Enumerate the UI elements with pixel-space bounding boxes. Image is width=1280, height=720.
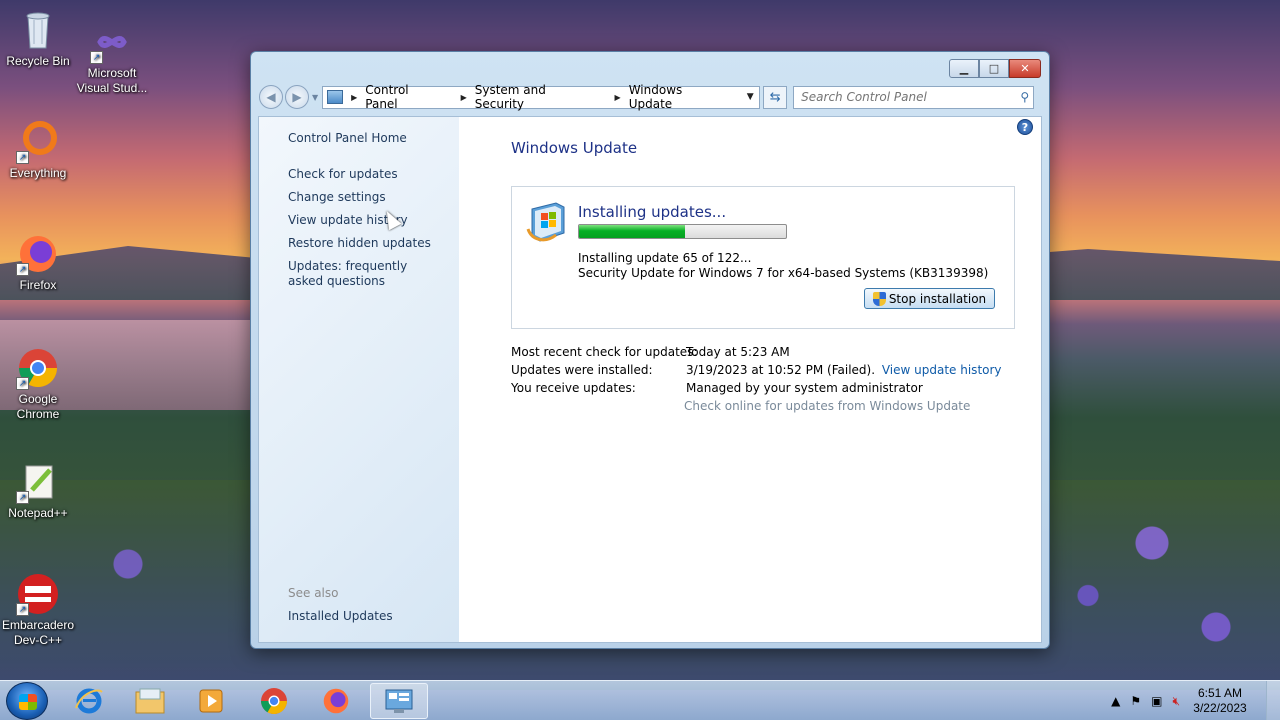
recent-pages-dropdown[interactable]: ▼ xyxy=(312,93,318,102)
desktop-icon-label: Firefox xyxy=(19,278,57,292)
windows-update-shield-icon xyxy=(526,199,570,245)
firefox-icon xyxy=(323,688,349,714)
left-task-pane: Control Panel Home Check for updates Cha… xyxy=(259,117,459,642)
address-dropdown-icon[interactable]: ▼ xyxy=(741,92,759,102)
receive-label: You receive updates: xyxy=(511,381,636,395)
taskbar: ▲ ⚑ ▣ 🔇︎ 6:51 AM 3/22/2023 xyxy=(0,680,1280,720)
refresh-button[interactable]: ⇆ xyxy=(763,85,788,109)
check-online-link[interactable]: Check online for updates from Windows Up… xyxy=(684,399,970,413)
desktop-icon-everything[interactable]: ↗ Everything xyxy=(0,120,76,181)
refresh-icon: ⇆ xyxy=(769,89,781,105)
control-panel-icon xyxy=(327,90,344,104)
install-count-text: Installing update 65 of 122... xyxy=(578,251,752,265)
everything-search-icon: ↗ xyxy=(16,120,60,164)
back-button[interactable]: ◀ xyxy=(259,85,283,109)
recent-check-value: Today at 5:23 AM xyxy=(686,345,790,359)
taskbar-firefox[interactable] xyxy=(307,683,365,719)
show-hidden-icons-icon[interactable]: ▲ xyxy=(1111,694,1120,708)
desktop-icon-label: Everything xyxy=(9,166,67,180)
updates-faq-link[interactable]: Updates: frequently asked questions xyxy=(288,259,438,289)
chrome-icon: ↗ xyxy=(16,346,60,390)
taskbar-file-explorer[interactable] xyxy=(121,683,179,719)
internet-explorer-icon xyxy=(75,688,103,714)
close-button[interactable]: ✕ xyxy=(1009,59,1041,78)
search-icon[interactable]: ⚲ xyxy=(1020,90,1029,104)
desktop-icon-firefox[interactable]: ↗ Firefox xyxy=(0,232,76,293)
forward-arrow-icon: ▶ xyxy=(292,90,302,104)
system-tray: ▲ ⚑ ▣ 🔇︎ 6:51 AM 3/22/2023 xyxy=(1111,686,1250,716)
desktop-icon-label: Notepad++ xyxy=(8,506,68,520)
current-update-text: Security Update for Windows 7 for x64-ba… xyxy=(578,266,989,280)
installing-heading: Installing updates... xyxy=(578,203,727,221)
content-area: Control Panel Home Check for updates Cha… xyxy=(258,116,1042,643)
back-arrow-icon: ◀ xyxy=(266,90,276,104)
desktop-icon-label: Embarcadero Dev-C++ xyxy=(1,618,75,647)
restore-hidden-updates-link[interactable]: Restore hidden updates xyxy=(288,236,431,251)
action-center-flag-icon[interactable]: ⚑ xyxy=(1130,694,1141,708)
view-update-history-inline-link[interactable]: View update history xyxy=(882,363,1002,377)
taskbar-control-panel[interactable] xyxy=(370,683,428,719)
breadcrumb-separator[interactable]: ▶ xyxy=(461,93,467,102)
visual-studio-icon: ↗ xyxy=(90,20,134,64)
desktop-icon-label: Recycle Bin xyxy=(6,54,70,68)
installed-label: Updates were installed: xyxy=(511,363,653,377)
taskbar-chrome[interactable] xyxy=(245,683,303,719)
recycle-bin-icon xyxy=(16,8,60,52)
breadcrumb-system-and-security[interactable]: System and Security xyxy=(475,83,599,111)
breadcrumb-windows-update[interactable]: Windows Update xyxy=(629,83,730,111)
clock-time: 6:51 AM xyxy=(1197,686,1243,700)
page-title: Windows Update xyxy=(511,139,638,157)
desktop-icon-label: Google Chrome xyxy=(16,392,60,421)
check-for-updates-link[interactable]: Check for updates xyxy=(288,167,398,182)
clock-date: 3/22/2023 xyxy=(1193,701,1247,715)
desktop-icon-label: Microsoft Visual Stud... xyxy=(76,66,148,95)
network-icon[interactable]: ▣ xyxy=(1151,694,1162,708)
devcpp-icon: ↗ xyxy=(16,572,60,616)
show-desktop-button[interactable] xyxy=(1266,681,1280,720)
chrome-icon xyxy=(261,688,287,714)
control-panel-home-link[interactable]: Control Panel Home xyxy=(288,131,407,146)
firefox-icon: ↗ xyxy=(16,232,60,276)
install-progress-fill xyxy=(579,225,685,238)
breadcrumb-separator[interactable]: ▶ xyxy=(615,93,621,102)
breadcrumb-separator[interactable]: ▶ xyxy=(351,93,357,102)
search-box[interactable]: ⚲ xyxy=(793,85,1035,109)
forward-button[interactable]: ▶ xyxy=(285,85,309,109)
receive-value: Managed by your system administrator xyxy=(686,381,923,395)
desktop-icon-notepad-plus-plus[interactable]: ↗ Notepad++ xyxy=(0,460,76,521)
minimize-button[interactable]: ▁ xyxy=(949,59,979,78)
install-progress-bar xyxy=(578,224,787,239)
stop-installation-label: Stop installation xyxy=(888,291,987,306)
caption-buttons: ▁ □ ✕ xyxy=(949,59,1041,78)
desktop-icon-visual-studio[interactable]: ↗ Microsoft Visual Stud... xyxy=(74,20,150,96)
desktop-icon-chrome[interactable]: ↗ Google Chrome xyxy=(0,346,76,422)
windows-update-window: ▁ □ ✕ ◀ ▶ ▼ ▶ Control Panel ▶ System and… xyxy=(250,51,1050,649)
taskbar-media-player[interactable] xyxy=(182,683,240,719)
breadcrumb-control-panel[interactable]: Control Panel xyxy=(365,83,444,111)
stop-installation-button[interactable]: Stop installation xyxy=(864,288,995,309)
navigation-bar: ◀ ▶ ▼ ▶ Control Panel ▶ System and Secur… xyxy=(259,83,1041,111)
desktop-icon-recycle-bin[interactable]: Recycle Bin xyxy=(0,8,76,69)
address-bar[interactable]: ▶ Control Panel ▶ System and Security ▶ … xyxy=(322,83,761,111)
notepad-plus-plus-icon: ↗ xyxy=(16,460,60,504)
desktop-icon-devcpp[interactable]: ↗ Embarcadero Dev-C++ xyxy=(0,572,76,648)
folder-icon xyxy=(135,688,165,714)
recent-check-label: Most recent check for updates: xyxy=(511,345,698,359)
installed-value-group: 3/19/2023 at 10:52 PM (Failed). View upd… xyxy=(686,363,1002,377)
installed-value: 3/19/2023 at 10:52 PM (Failed). xyxy=(686,363,876,377)
main-pane: Windows Update Installing updates... Ins… xyxy=(511,117,1041,642)
volume-muted-icon[interactable]: 🔇︎ xyxy=(1172,694,1180,709)
change-settings-link[interactable]: Change settings xyxy=(288,190,386,205)
media-player-icon xyxy=(199,689,223,713)
maximize-button[interactable]: □ xyxy=(979,59,1009,78)
start-button[interactable] xyxy=(6,682,48,720)
update-status-box: Installing updates... Installing update … xyxy=(511,186,1015,329)
uac-shield-icon xyxy=(872,291,886,306)
installed-updates-link[interactable]: Installed Updates xyxy=(288,609,393,624)
taskbar-clock[interactable]: 6:51 AM 3/22/2023 xyxy=(1190,686,1250,716)
search-input[interactable] xyxy=(801,90,1007,104)
see-also-heading: See also xyxy=(288,586,339,600)
control-panel-icon xyxy=(385,689,413,713)
taskbar-internet-explorer[interactable] xyxy=(60,683,118,719)
